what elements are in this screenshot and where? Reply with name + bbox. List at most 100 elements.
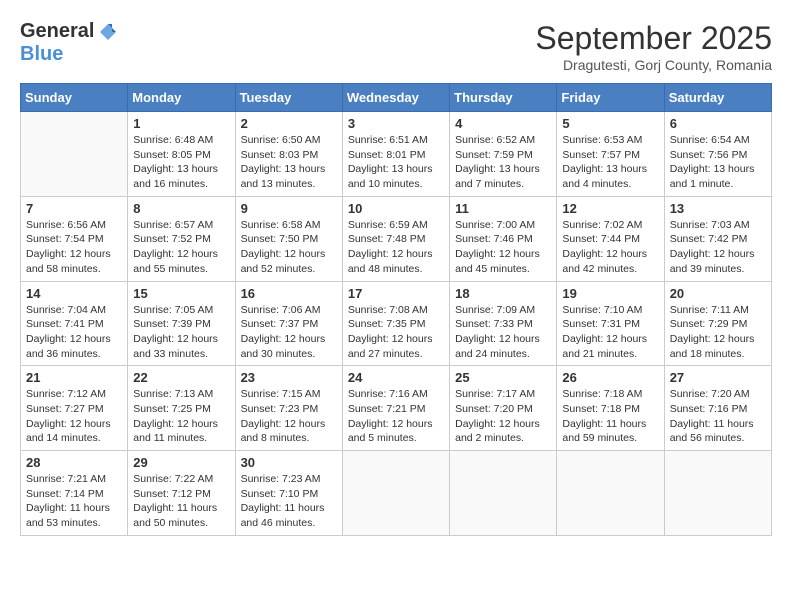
calendar-cell: 4 Sunrise: 6:52 AMSunset: 7:59 PMDayligh… — [450, 112, 557, 197]
calendar-cell — [450, 451, 557, 536]
calendar-cell: 28 Sunrise: 7:21 AMSunset: 7:14 PMDaylig… — [21, 451, 128, 536]
day-detail: Sunrise: 6:54 AMSunset: 7:56 PMDaylight:… — [670, 133, 766, 192]
day-number: 16 — [241, 286, 337, 301]
day-number: 28 — [26, 455, 122, 470]
calendar-cell: 12 Sunrise: 7:02 AMSunset: 7:44 PMDaylig… — [557, 196, 664, 281]
month-title: September 2025 — [535, 20, 772, 57]
day-detail: Sunrise: 7:23 AMSunset: 7:10 PMDaylight:… — [241, 472, 337, 531]
day-number: 1 — [133, 116, 229, 131]
day-detail: Sunrise: 7:06 AMSunset: 7:37 PMDaylight:… — [241, 303, 337, 362]
calendar-cell: 17 Sunrise: 7:08 AMSunset: 7:35 PMDaylig… — [342, 281, 449, 366]
calendar-cell: 15 Sunrise: 7:05 AMSunset: 7:39 PMDaylig… — [128, 281, 235, 366]
calendar-cell: 13 Sunrise: 7:03 AMSunset: 7:42 PMDaylig… — [664, 196, 771, 281]
day-number: 12 — [562, 201, 658, 216]
calendar-week-row-2: 7 Sunrise: 6:56 AMSunset: 7:54 PMDayligh… — [21, 196, 772, 281]
day-detail: Sunrise: 7:00 AMSunset: 7:46 PMDaylight:… — [455, 218, 551, 277]
day-number: 2 — [241, 116, 337, 131]
day-detail: Sunrise: 7:02 AMSunset: 7:44 PMDaylight:… — [562, 218, 658, 277]
calendar-cell: 3 Sunrise: 6:51 AMSunset: 8:01 PMDayligh… — [342, 112, 449, 197]
day-detail: Sunrise: 6:53 AMSunset: 7:57 PMDaylight:… — [562, 133, 658, 192]
calendar-cell: 27 Sunrise: 7:20 AMSunset: 7:16 PMDaylig… — [664, 366, 771, 451]
calendar-week-row-1: 1 Sunrise: 6:48 AMSunset: 8:05 PMDayligh… — [21, 112, 772, 197]
calendar-cell: 10 Sunrise: 6:59 AMSunset: 7:48 PMDaylig… — [342, 196, 449, 281]
day-number: 9 — [241, 201, 337, 216]
calendar-cell — [21, 112, 128, 197]
day-detail: Sunrise: 7:09 AMSunset: 7:33 PMDaylight:… — [455, 303, 551, 362]
calendar-cell: 11 Sunrise: 7:00 AMSunset: 7:46 PMDaylig… — [450, 196, 557, 281]
day-detail: Sunrise: 7:11 AMSunset: 7:29 PMDaylight:… — [670, 303, 766, 362]
calendar-week-row-5: 28 Sunrise: 7:21 AMSunset: 7:14 PMDaylig… — [21, 451, 772, 536]
calendar-cell: 30 Sunrise: 7:23 AMSunset: 7:10 PMDaylig… — [235, 451, 342, 536]
calendar-cell: 6 Sunrise: 6:54 AMSunset: 7:56 PMDayligh… — [664, 112, 771, 197]
calendar-cell — [664, 451, 771, 536]
day-number: 15 — [133, 286, 229, 301]
calendar-cell: 2 Sunrise: 6:50 AMSunset: 8:03 PMDayligh… — [235, 112, 342, 197]
weekday-header-tuesday: Tuesday — [235, 84, 342, 112]
logo-blue-text: Blue — [20, 43, 63, 65]
calendar-cell: 19 Sunrise: 7:10 AMSunset: 7:31 PMDaylig… — [557, 281, 664, 366]
day-number: 18 — [455, 286, 551, 301]
logo-general-text: General — [20, 20, 94, 43]
day-number: 22 — [133, 370, 229, 385]
weekday-header-friday: Friday — [557, 84, 664, 112]
day-detail: Sunrise: 6:58 AMSunset: 7:50 PMDaylight:… — [241, 218, 337, 277]
weekday-header-sunday: Sunday — [21, 84, 128, 112]
calendar-cell: 24 Sunrise: 7:16 AMSunset: 7:21 PMDaylig… — [342, 366, 449, 451]
calendar-cell: 18 Sunrise: 7:09 AMSunset: 7:33 PMDaylig… — [450, 281, 557, 366]
day-number: 7 — [26, 201, 122, 216]
day-number: 29 — [133, 455, 229, 470]
day-number: 20 — [670, 286, 766, 301]
calendar-cell: 14 Sunrise: 7:04 AMSunset: 7:41 PMDaylig… — [21, 281, 128, 366]
day-number: 21 — [26, 370, 122, 385]
day-number: 11 — [455, 201, 551, 216]
location: Dragutesti, Gorj County, Romania — [535, 57, 772, 73]
calendar-week-row-3: 14 Sunrise: 7:04 AMSunset: 7:41 PMDaylig… — [21, 281, 772, 366]
weekday-header-saturday: Saturday — [664, 84, 771, 112]
day-detail: Sunrise: 7:08 AMSunset: 7:35 PMDaylight:… — [348, 303, 444, 362]
day-number: 24 — [348, 370, 444, 385]
day-detail: Sunrise: 7:13 AMSunset: 7:25 PMDaylight:… — [133, 387, 229, 446]
day-number: 30 — [241, 455, 337, 470]
day-number: 14 — [26, 286, 122, 301]
calendar-cell: 23 Sunrise: 7:15 AMSunset: 7:23 PMDaylig… — [235, 366, 342, 451]
day-number: 25 — [455, 370, 551, 385]
calendar-cell — [342, 451, 449, 536]
day-number: 13 — [670, 201, 766, 216]
day-number: 23 — [241, 370, 337, 385]
day-detail: Sunrise: 6:50 AMSunset: 8:03 PMDaylight:… — [241, 133, 337, 192]
day-number: 3 — [348, 116, 444, 131]
calendar-week-row-4: 21 Sunrise: 7:12 AMSunset: 7:27 PMDaylig… — [21, 366, 772, 451]
weekday-header-wednesday: Wednesday — [342, 84, 449, 112]
day-detail: Sunrise: 6:56 AMSunset: 7:54 PMDaylight:… — [26, 218, 122, 277]
day-detail: Sunrise: 7:10 AMSunset: 7:31 PMDaylight:… — [562, 303, 658, 362]
day-detail: Sunrise: 7:12 AMSunset: 7:27 PMDaylight:… — [26, 387, 122, 446]
calendar-table: SundayMondayTuesdayWednesdayThursdayFrid… — [20, 83, 772, 536]
day-detail: Sunrise: 7:03 AMSunset: 7:42 PMDaylight:… — [670, 218, 766, 277]
calendar-cell: 21 Sunrise: 7:12 AMSunset: 7:27 PMDaylig… — [21, 366, 128, 451]
day-detail: Sunrise: 7:20 AMSunset: 7:16 PMDaylight:… — [670, 387, 766, 446]
day-detail: Sunrise: 7:21 AMSunset: 7:14 PMDaylight:… — [26, 472, 122, 531]
day-number: 26 — [562, 370, 658, 385]
logo-icon — [98, 22, 118, 42]
logo: General Blue — [20, 20, 118, 66]
day-number: 5 — [562, 116, 658, 131]
title-section: September 2025 Dragutesti, Gorj County, … — [535, 20, 772, 73]
day-detail: Sunrise: 6:59 AMSunset: 7:48 PMDaylight:… — [348, 218, 444, 277]
day-number: 27 — [670, 370, 766, 385]
calendar-cell — [557, 451, 664, 536]
day-detail: Sunrise: 6:48 AMSunset: 8:05 PMDaylight:… — [133, 133, 229, 192]
calendar-cell: 5 Sunrise: 6:53 AMSunset: 7:57 PMDayligh… — [557, 112, 664, 197]
calendar-cell: 29 Sunrise: 7:22 AMSunset: 7:12 PMDaylig… — [128, 451, 235, 536]
day-detail: Sunrise: 7:05 AMSunset: 7:39 PMDaylight:… — [133, 303, 229, 362]
day-number: 4 — [455, 116, 551, 131]
day-detail: Sunrise: 7:22 AMSunset: 7:12 PMDaylight:… — [133, 472, 229, 531]
day-detail: Sunrise: 7:17 AMSunset: 7:20 PMDaylight:… — [455, 387, 551, 446]
calendar-cell: 25 Sunrise: 7:17 AMSunset: 7:20 PMDaylig… — [450, 366, 557, 451]
weekday-header-thursday: Thursday — [450, 84, 557, 112]
day-number: 8 — [133, 201, 229, 216]
calendar-cell: 9 Sunrise: 6:58 AMSunset: 7:50 PMDayligh… — [235, 196, 342, 281]
day-detail: Sunrise: 6:51 AMSunset: 8:01 PMDaylight:… — [348, 133, 444, 192]
calendar-cell: 1 Sunrise: 6:48 AMSunset: 8:05 PMDayligh… — [128, 112, 235, 197]
day-detail: Sunrise: 7:18 AMSunset: 7:18 PMDaylight:… — [562, 387, 658, 446]
calendar-cell: 16 Sunrise: 7:06 AMSunset: 7:37 PMDaylig… — [235, 281, 342, 366]
